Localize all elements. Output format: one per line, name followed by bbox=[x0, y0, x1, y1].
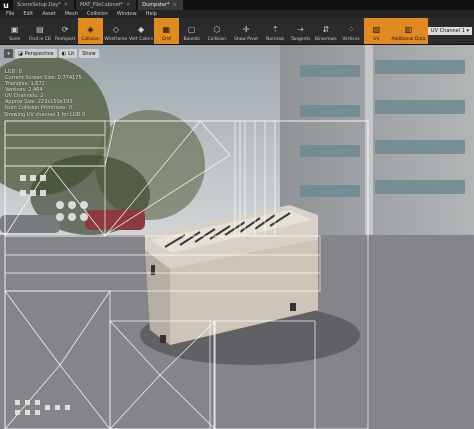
uv-channel-select[interactable]: UV Channel 1 ▾ bbox=[427, 27, 472, 35]
collision-icon: ◈ bbox=[87, 25, 94, 34]
perspective-button[interactable]: ◪ Perspective bbox=[15, 49, 57, 58]
uv-icon: ▧ bbox=[372, 25, 381, 34]
binormals-icon: ⇵ bbox=[322, 25, 330, 34]
unreal-logo-icon: u bbox=[3, 0, 9, 10]
find-icon: ▤ bbox=[36, 25, 44, 34]
vert-colors-button[interactable]: ◆ Vert Colors bbox=[128, 18, 153, 44]
grid-icon: ▦ bbox=[162, 25, 171, 34]
car bbox=[85, 210, 145, 230]
tab-label: MAT_FileCabinet* bbox=[79, 2, 124, 8]
vertices-icon: ⁘ bbox=[347, 25, 355, 34]
viewport-options-button[interactable]: ▾ bbox=[4, 49, 13, 58]
save-button[interactable]: ▣ Save bbox=[2, 18, 27, 44]
tab-scene-setup[interactable]: SceneSetup Day* ✕ bbox=[13, 0, 75, 10]
menu-window[interactable]: Window bbox=[117, 11, 137, 17]
lit-icon: ◐ bbox=[61, 50, 67, 57]
vert-colors-icon: ◆ bbox=[137, 25, 145, 34]
menu-asset[interactable]: Asset bbox=[42, 11, 56, 17]
wireframe-button[interactable]: ◇ Wireframe bbox=[103, 18, 128, 44]
collision-view-button[interactable]: ⬡ Collision bbox=[204, 18, 229, 44]
close-icon[interactable]: ✕ bbox=[173, 2, 177, 8]
pivot-icon: ✛ bbox=[242, 25, 250, 34]
menu-bar: File Edit Asset Mesh Collision Window He… bbox=[0, 10, 474, 18]
bounds-icon: ▢ bbox=[187, 25, 196, 34]
grid-button[interactable]: ▦ Grid bbox=[153, 18, 179, 44]
additional-data-icon: ▥ bbox=[404, 25, 413, 34]
toolbar: ▣ Save ▤ Find in CB ⟳ Reimport ◈ Collision ◇… bbox=[0, 18, 474, 45]
uv-channel-info: Showing UV channel 1 for LOD 0 bbox=[4, 112, 86, 118]
wireframe-icon: ◇ bbox=[112, 25, 119, 34]
dumpster-wheel bbox=[160, 335, 166, 343]
vertices-button[interactable]: ⁘ Vertices bbox=[338, 18, 363, 44]
tab-label: Dumpster* bbox=[142, 2, 170, 8]
reimport-icon: ⟳ bbox=[61, 25, 69, 34]
menu-edit[interactable]: Edit bbox=[23, 11, 33, 17]
tangents-icon: ⇢ bbox=[297, 25, 304, 34]
tab-label: SceneSetup Day* bbox=[17, 2, 61, 8]
perspective-icon: ◪ bbox=[18, 50, 23, 57]
mesh-viewport[interactable]: ▾ ◪ Perspective ◐ Lit Show LOD: 0 Current … bbox=[0, 45, 474, 429]
viewport-controls: ▾ ◪ Perspective ◐ Lit Show bbox=[4, 49, 99, 58]
menu-file[interactable]: File bbox=[6, 11, 14, 17]
save-icon: ▣ bbox=[10, 25, 19, 34]
find-in-cb-button[interactable]: ▤ Find in CB bbox=[27, 18, 52, 44]
dumpster-wheel bbox=[290, 303, 296, 311]
additional-data-button[interactable]: ▥ Additional Data bbox=[389, 18, 428, 44]
building-pillar bbox=[365, 45, 373, 240]
menu-mesh[interactable]: Mesh bbox=[65, 11, 78, 17]
menu-collision[interactable]: Collision bbox=[87, 11, 108, 17]
tab-dumpster[interactable]: Dumpster* ✕ bbox=[138, 0, 184, 10]
reimport-button[interactable]: ⟳ Reimport bbox=[53, 18, 78, 44]
collision-toggle-button[interactable]: ◈ Collision bbox=[77, 18, 104, 44]
stat-line: Num Collision Primitives: 0 bbox=[5, 105, 72, 111]
show-pivot-button[interactable]: ✛ Show Pivot bbox=[230, 18, 263, 44]
dumpster-latch bbox=[151, 265, 155, 275]
show-button[interactable]: Show bbox=[79, 49, 99, 58]
normals-icon: ⇡ bbox=[271, 25, 279, 34]
uv-button[interactable]: ▧ UV bbox=[363, 18, 389, 44]
chevron-down-icon: ▾ bbox=[7, 50, 10, 57]
mesh-stats: LOD: 0 Current Screen Size: 0.774175 Tri… bbox=[5, 69, 82, 111]
bounds-button[interactable]: ▢ Bounds bbox=[179, 18, 204, 44]
close-icon[interactable]: ✕ bbox=[126, 2, 130, 8]
normals-button[interactable]: ⇡ Normals bbox=[263, 18, 288, 44]
title-bar: u SceneSetup Day* ✕ MAT_FileCabinet* ✕ D… bbox=[0, 0, 474, 10]
tab-mat-file-cabinet[interactable]: MAT_FileCabinet* ✕ bbox=[75, 0, 138, 10]
lit-button[interactable]: ◐ Lit bbox=[58, 49, 78, 58]
binormals-button[interactable]: ⇵ Binormals bbox=[313, 18, 338, 44]
chevron-down-icon: ▾ bbox=[466, 28, 469, 34]
collision-view-icon: ⬡ bbox=[213, 25, 221, 34]
menu-help[interactable]: Help bbox=[146, 11, 157, 17]
close-icon[interactable]: ✕ bbox=[64, 2, 68, 8]
tangents-button[interactable]: ⇢ Tangents bbox=[288, 18, 313, 44]
